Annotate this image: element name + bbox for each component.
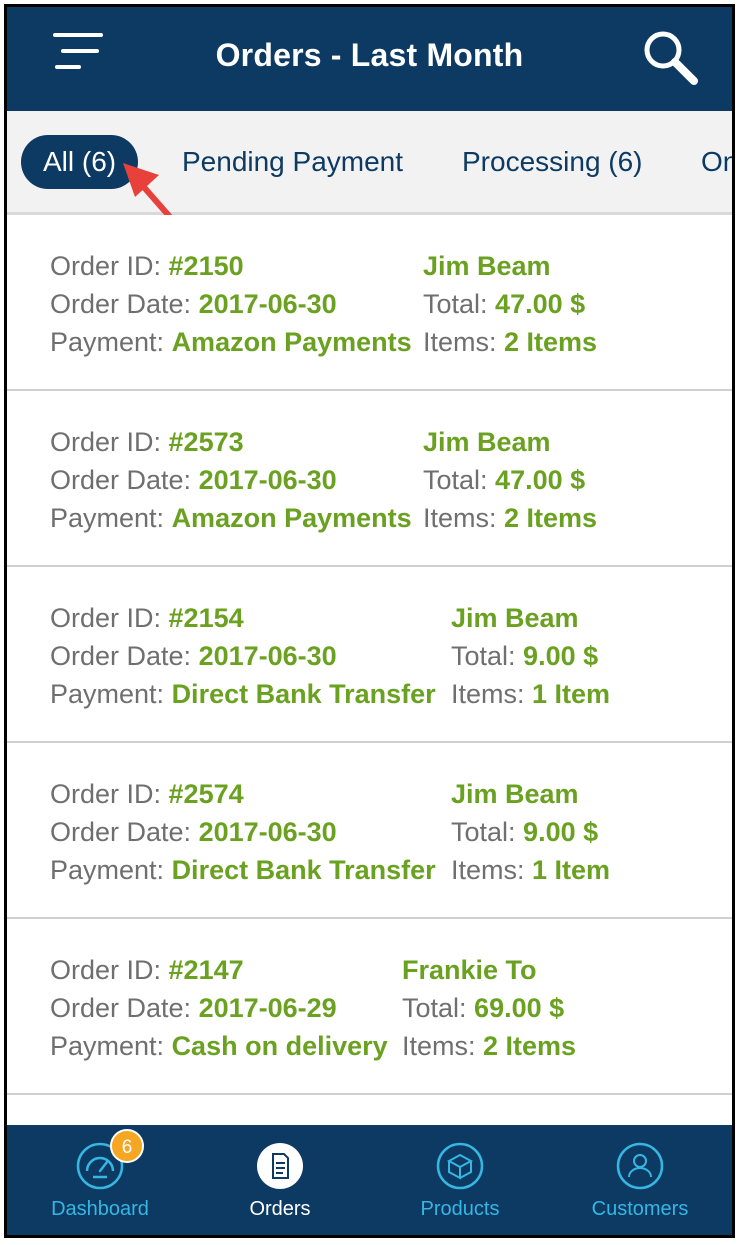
document-icon bbox=[257, 1143, 303, 1189]
payment-method: Direct Bank Transfer bbox=[171, 679, 436, 709]
order-info: Order ID: #2573 Order Date: 2017-06-30 P… bbox=[50, 427, 412, 533]
order-total: 9.00 $ bbox=[523, 817, 599, 847]
nav-products[interactable]: Products bbox=[370, 1125, 550, 1235]
nav-label: Dashboard bbox=[51, 1198, 149, 1220]
order-date: 2017-06-30 bbox=[198, 641, 337, 671]
order-id: #2574 bbox=[168, 779, 244, 809]
box-icon bbox=[436, 1142, 484, 1190]
order-date: 2017-06-29 bbox=[198, 993, 337, 1023]
payment-method: Amazon Payments bbox=[171, 503, 412, 533]
status-tabs: All (6) Pending Payment Processing (6) O… bbox=[7, 111, 732, 215]
order-info: Order ID: #2147 Order Date: 2017-06-29 P… bbox=[50, 955, 388, 1061]
order-id: #2573 bbox=[168, 427, 244, 457]
order-items: 2 Items bbox=[504, 503, 598, 533]
order-items: 2 Items bbox=[483, 1031, 577, 1061]
search-icon[interactable] bbox=[640, 27, 700, 87]
order-date: 2017-06-30 bbox=[198, 289, 337, 319]
order-row[interactable]: Order ID: #2574 Order Date: 2017-06-30 P… bbox=[7, 743, 732, 919]
customer-name: Jim Beam bbox=[451, 779, 579, 809]
nav-label: Orders bbox=[249, 1198, 311, 1220]
order-info: Order ID: #2150 Order Date: 2017-06-30 P… bbox=[50, 251, 412, 357]
nav-orders[interactable]: Orders bbox=[190, 1125, 370, 1235]
order-total: 69.00 $ bbox=[474, 993, 565, 1023]
order-date: 2017-06-30 bbox=[198, 465, 337, 495]
order-row[interactable]: Order ID: #2154 Order Date: 2017-06-30 P… bbox=[7, 567, 732, 743]
order-total: 47.00 $ bbox=[495, 289, 586, 319]
order-info: Order ID: #2154 Order Date: 2017-06-30 P… bbox=[50, 603, 436, 709]
dashboard-badge: 6 bbox=[110, 1129, 144, 1163]
order-summary: Jim Beam Total: 9.00 $ Items: 1 Item bbox=[451, 779, 611, 885]
order-id: #2154 bbox=[168, 603, 244, 633]
user-icon bbox=[616, 1142, 664, 1190]
order-row[interactable]: Order ID: #2147 Order Date: 2017-06-29 P… bbox=[7, 919, 732, 1095]
nav-label: Customers bbox=[591, 1198, 689, 1220]
payment-method: Cash on delivery bbox=[171, 1031, 388, 1061]
order-total: 9.00 $ bbox=[523, 641, 599, 671]
tab-processing[interactable]: Processing (6) bbox=[462, 135, 643, 189]
order-items: 1 Item bbox=[532, 855, 611, 885]
customer-name: Jim Beam bbox=[423, 251, 551, 281]
customer-name: Frankie To bbox=[402, 955, 537, 985]
order-summary: Frankie To Total: 69.00 $ Items: 2 Items bbox=[402, 955, 577, 1061]
tab-all[interactable]: All (6) bbox=[21, 135, 139, 189]
order-summary: Jim Beam Total: 47.00 $ Items: 2 Items bbox=[423, 427, 598, 533]
bottom-nav: 6 Dashboard Orders Products Customers bbox=[7, 1125, 732, 1235]
order-row[interactable]: Order ID: #2150 Order Date: 2017-06-30 P… bbox=[7, 215, 732, 391]
page-title: Orders - Last Month bbox=[215, 37, 524, 73]
tab-pending-payment[interactable]: Pending Payment bbox=[182, 135, 403, 189]
payment-method: Direct Bank Transfer bbox=[171, 855, 436, 885]
order-summary: Jim Beam Total: 9.00 $ Items: 1 Item bbox=[451, 603, 611, 709]
customer-name: Jim Beam bbox=[451, 603, 579, 633]
order-items: 1 Item bbox=[532, 679, 611, 709]
nav-dashboard[interactable]: 6 Dashboard bbox=[10, 1125, 190, 1235]
order-total: 47.00 $ bbox=[495, 465, 586, 495]
app-frame: Orders - Last Month All (6) Pending Paym… bbox=[4, 4, 735, 1238]
order-row[interactable]: Order ID: #2573 Order Date: 2017-06-30 P… bbox=[7, 391, 732, 567]
orders-list: Order ID: #2150 Order Date: 2017-06-30 P… bbox=[7, 215, 732, 1125]
order-date: 2017-06-30 bbox=[198, 817, 337, 847]
order-id: #2147 bbox=[168, 955, 244, 985]
nav-label: Products bbox=[420, 1198, 500, 1220]
nav-customers[interactable]: Customers bbox=[550, 1125, 730, 1235]
order-info: Order ID: #2574 Order Date: 2017-06-30 P… bbox=[50, 779, 436, 885]
order-items: 2 Items bbox=[504, 327, 598, 357]
payment-method: Amazon Payments bbox=[171, 327, 412, 357]
tab-on-hold[interactable]: On bbox=[701, 135, 732, 189]
order-summary: Jim Beam Total: 47.00 $ Items: 2 Items bbox=[423, 251, 598, 357]
app-header: Orders - Last Month bbox=[7, 7, 732, 111]
order-id: #2150 bbox=[168, 251, 244, 281]
customer-name: Jim Beam bbox=[423, 427, 551, 457]
